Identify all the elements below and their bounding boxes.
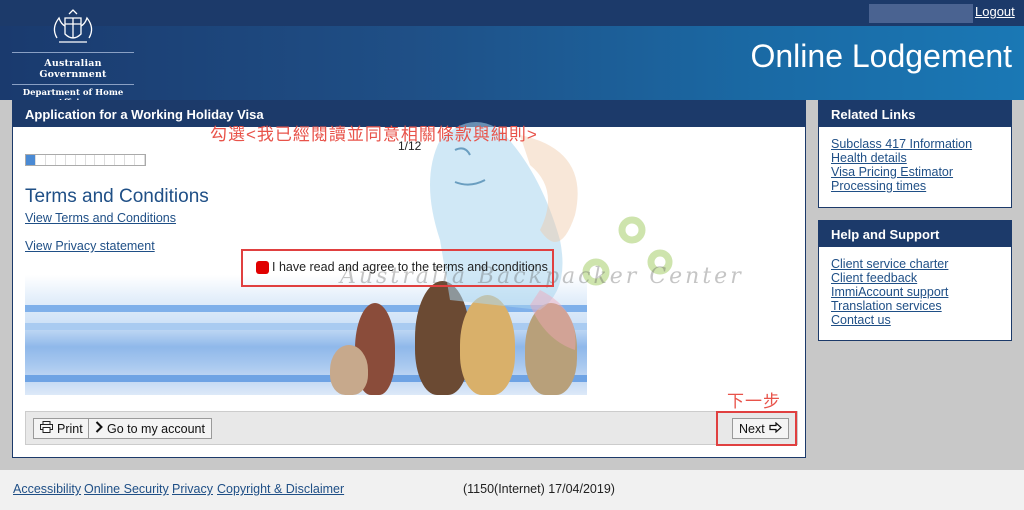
go-to-account-button[interactable]: Go to my account [88,418,212,439]
footer-link-online-security[interactable]: Online Security [84,482,169,496]
banner-image [25,275,587,395]
agree-checkbox-row[interactable]: I have read and agree to the terms and c… [256,260,548,274]
progress-segment [95,155,106,165]
person-photo [330,345,368,395]
progress-segment [75,155,86,165]
person-photo [460,295,515,395]
related-link[interactable]: Processing times [831,179,999,193]
progress-segment [55,155,66,165]
logout-link[interactable]: Logout [975,4,1015,19]
person-photo [525,303,577,395]
terms-heading: Terms and Conditions [25,186,209,207]
help-support-panel: Help and Support Client service charter … [818,220,1012,341]
progress-segment [45,155,56,165]
coat-of-arms-icon [53,9,93,43]
help-link[interactable]: Client feedback [831,271,999,285]
related-links-title: Related Links [819,101,1011,127]
footer: Accessibility Online Security Privacy Co… [0,470,1024,510]
chevron-right-icon [95,421,103,436]
related-link[interactable]: Subclass 417 Information [831,137,999,151]
header: Australian Government Department of Home… [0,0,1024,108]
version-text: (1150(Internet) 17/04/2019) [463,482,615,496]
progress-segment [125,155,136,165]
print-label: Print [57,421,83,436]
progress-segment [26,155,36,165]
view-terms-link[interactable]: View Terms and Conditions [25,211,176,225]
user-name-box [869,4,973,23]
related-link[interactable]: Health details [831,151,999,165]
progress-segment [105,155,116,165]
annotation-next-step: 下一步 [727,392,781,411]
action-bar: Print Go to my account Next [25,411,798,445]
progress-segment [65,155,76,165]
help-link[interactable]: Client service charter [831,257,999,271]
print-button[interactable]: Print [33,418,90,439]
view-privacy-link[interactable]: View Privacy statement [25,239,155,253]
government-logo: Australian Government Department of Home… [12,8,134,108]
progress-segment [85,155,96,165]
progress-bar [25,154,146,166]
account-label: Go to my account [107,421,205,436]
page-title: Online Lodgement [750,38,1012,74]
agree-label: I have read and agree to the terms and c… [272,260,548,274]
annotation-next-highlight [716,411,797,446]
annotation-check-agreement: 勾選<我已經閱讀並同意相關條款與細則> [210,125,538,144]
agree-checkbox[interactable] [256,260,269,274]
help-link[interactable]: Contact us [831,313,999,327]
progress-segment [35,155,46,165]
printer-icon [40,421,53,436]
related-links-panel: Related Links Subclass 417 Information H… [818,100,1012,208]
help-support-title: Help and Support [819,221,1011,247]
footer-link-accessibility[interactable]: Accessibility [13,482,81,496]
progress-segment [115,155,126,165]
help-link[interactable]: ImmiAccount support [831,285,999,299]
footer-link-privacy[interactable]: Privacy [172,482,213,496]
gov-name: Australian Government [12,52,134,80]
related-link[interactable]: Visa Pricing Estimator [831,165,999,179]
progress-segment [135,155,146,165]
help-link[interactable]: Translation services [831,299,999,313]
footer-link-copyright[interactable]: Copyright & Disclaimer [217,482,344,496]
